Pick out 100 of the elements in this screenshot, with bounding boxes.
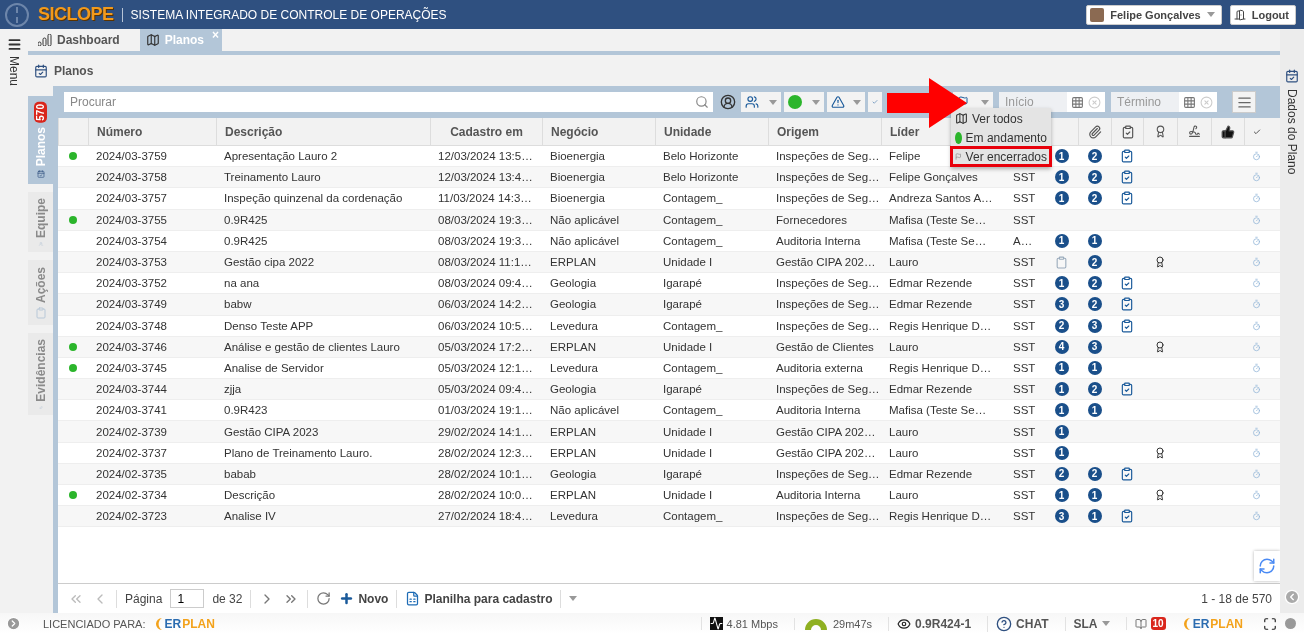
created-date: 01/03/2024 19:1… bbox=[438, 404, 533, 417]
area-cell: SST bbox=[1013, 340, 1036, 353]
table-row[interactable]: 2024/03-3755 0.9R425 08/03/2024 19:3… Não aplicável Contagem_ Fornecedores Mafisa (Teste Se… SST bbox=[58, 209, 1280, 231]
expand-icon[interactable] bbox=[6, 616, 21, 631]
table-row[interactable]: 2024/03-3746 Análise e gestão de clientes Lauro 05/03/2024 17:2… ERPLAN Unidade I Gestão de Clientes Lauro SST 4 3 bbox=[58, 336, 1280, 358]
area-cell: SST bbox=[1013, 425, 1036, 438]
count-badge: 2 bbox=[1087, 466, 1102, 481]
table-row[interactable]: 2024/03-3741 0.9R423 01/03/2024 19:1… Não aplicável Contagem_ Auditoria Interna Mafisa (Teste Se… SST 1 1 bbox=[58, 400, 1280, 422]
user-icon[interactable] bbox=[720, 94, 736, 110]
unit-cell: Belo Horizonte bbox=[663, 171, 739, 184]
details-panel-label[interactable]: Dados do Plano bbox=[1285, 89, 1299, 175]
table-row[interactable]: 2024/02-3734 Descrição 28/02/2024 10:0… ERPLAN Unidade I Auditoria Interna Lauro SST 1 1 bbox=[58, 485, 1280, 507]
fullscreen-icon[interactable] bbox=[1263, 616, 1277, 631]
plan-number: 2024/03-3744 bbox=[96, 383, 167, 396]
calendar-button[interactable] bbox=[1179, 92, 1217, 112]
business-cell: Levedura bbox=[550, 361, 598, 374]
unit-cell: Contagem_ bbox=[663, 192, 723, 205]
leader-cell: Mafisa (Teste Se… bbox=[889, 234, 987, 247]
end-date-field[interactable]: Término bbox=[1111, 92, 1179, 112]
origin-cell: Inspeções de Seg… bbox=[776, 277, 880, 290]
dropdown-item[interactable]: Ver todos bbox=[951, 109, 1051, 128]
team-filter-button[interactable] bbox=[741, 92, 781, 112]
session-time: 29m47s bbox=[832, 617, 873, 630]
column-header[interactable]: Líder bbox=[890, 124, 920, 139]
search-field[interactable]: Procurar bbox=[64, 92, 713, 112]
calendar-button[interactable] bbox=[1067, 92, 1105, 112]
check-filter-button[interactable] bbox=[868, 92, 882, 112]
plan-number: 2024/03-3748 bbox=[96, 319, 167, 332]
award-icon bbox=[1154, 125, 1167, 138]
table-row[interactable]: 2024/02-3739 Gestão CIPA 2023 29/02/2024 14:1… ERPLAN Unidade I Gestão CIPA 202… Lauro SST 1 bbox=[58, 421, 1280, 443]
area-cell: SST bbox=[1013, 361, 1036, 374]
calendar-grid-icon bbox=[1071, 95, 1084, 109]
clear-icon[interactable] bbox=[1200, 95, 1213, 109]
plan-number: 2024/03-3746 bbox=[96, 340, 167, 353]
plan-description: Plano de Treinamento Lauro. bbox=[224, 446, 373, 459]
clear-icon[interactable] bbox=[1088, 95, 1101, 109]
created-date: 06/03/2024 14:2… bbox=[438, 298, 533, 311]
business-cell: ERPLAN bbox=[550, 489, 597, 502]
plan-number: 2024/02-3735 bbox=[96, 467, 167, 480]
page-label: Página bbox=[125, 591, 163, 606]
column-header[interactable]: Cadastro em bbox=[450, 124, 523, 139]
leader-cell: Regis Henrique D… bbox=[889, 510, 992, 523]
status-filter-button[interactable] bbox=[784, 92, 824, 112]
new-button[interactable]: Novo bbox=[339, 591, 389, 606]
side-tab[interactable]: Planos 570 bbox=[28, 96, 53, 184]
plan-number: 2024/03-3758 bbox=[96, 171, 167, 184]
count-badge: 3 bbox=[1054, 297, 1069, 312]
clipboard-icon bbox=[34, 307, 47, 319]
dropdown-item[interactable]: Em andamento bbox=[951, 128, 1051, 147]
plan-description: babw bbox=[224, 298, 252, 311]
unit-cell: Igarapé bbox=[663, 298, 702, 311]
plan-description: 0.9R423 bbox=[224, 404, 268, 417]
flag-icon bbox=[955, 151, 962, 162]
chat-label[interactable]: CHAT bbox=[1016, 616, 1049, 631]
unit-cell: Igarapé bbox=[663, 277, 702, 290]
menu-label[interactable]: Menu bbox=[7, 56, 21, 87]
column-header[interactable]: Origem bbox=[777, 124, 819, 139]
search-icon[interactable] bbox=[695, 95, 709, 109]
user-menu-button[interactable]: Felipe Gonçalves bbox=[1086, 4, 1222, 25]
created-date: 05/03/2024 12:1… bbox=[438, 361, 533, 374]
page-field[interactable]: 1 bbox=[170, 589, 205, 608]
columns-menu-button[interactable] bbox=[1232, 91, 1256, 113]
alert-filter-button[interactable] bbox=[827, 92, 865, 112]
menu-icon[interactable] bbox=[6, 37, 22, 52]
collapse-icon[interactable] bbox=[1284, 589, 1300, 605]
column-header[interactable]: Unidade bbox=[664, 124, 712, 139]
origin-cell: Gestão de Clientes bbox=[776, 340, 874, 353]
table-row[interactable]: 2024/03-3757 Inspeção quinzenal da cordenação 11/03/2024 14:3… Bioenergia Contagem_ Inspeções de Seg… Andreza Santos A… SST 1 2 bbox=[58, 188, 1280, 210]
origin-cell: Inspeções de Seg… bbox=[776, 510, 880, 523]
book-icon[interactable] bbox=[1134, 617, 1147, 630]
help-icon bbox=[996, 615, 1013, 632]
count-badge: 1 bbox=[1054, 382, 1069, 397]
column-header[interactable]: Negócio bbox=[551, 124, 599, 139]
column-header[interactable]: Descrição bbox=[225, 124, 283, 139]
table-row[interactable]: 2024/03-3753 Gestão cipa 2022 08/03/2024 11:1… ERPLAN Unidade I Gestão CIPA 202… Lauro SST 2 bbox=[58, 251, 1280, 274]
table-row[interactable]: 2024/02-3723 Analise IV 27/02/2024 18:4… Levedura Contagem_ Inspeções de Seg… Regis Henrique D… SST 3 1 bbox=[58, 506, 1280, 528]
business-cell: Não aplicável bbox=[550, 404, 620, 417]
dropdown-item[interactable]: Ver encerrados bbox=[951, 147, 1051, 166]
plan-number: 2024/02-3739 bbox=[96, 425, 167, 438]
table-row[interactable]: 2024/03-3752 na ana 08/03/2024 09:4… Geologia Igarapé Inspeções de Seg… Edmar Rezende SST 1 2 bbox=[58, 273, 1280, 295]
count-badge: 1 bbox=[1054, 403, 1069, 418]
area-cell: SST bbox=[1013, 192, 1036, 205]
spreadsheet-button[interactable]: Planilha para cadastro bbox=[405, 591, 553, 606]
table-row[interactable]: 2024/03-3758 Treinamento Lauro 12/03/2024 13:4… Bioenergia Belo Horizonte Inspeções de Seg… Felipe Gonçalves SST 1 2 bbox=[58, 167, 1280, 189]
refresh-icon[interactable] bbox=[316, 591, 332, 606]
plan-number: 2024/02-3723 bbox=[96, 510, 167, 523]
table-row[interactable]: 2024/03-3744 zjja 05/03/2024 09:4… Geologia Igarapé Inspeções de Seg… Edmar Rezende SST 1 2 bbox=[58, 379, 1280, 401]
leader-cell: Mafisa (Teste Se… bbox=[889, 213, 987, 226]
app-logo: SICLOPE bbox=[38, 4, 114, 25]
notification-badge[interactable]: 10 bbox=[1150, 617, 1166, 630]
table-row[interactable]: 2024/03-3749 babw 06/03/2024 14:2… Geologia Igarapé Inspeções de Seg… Edmar Rezende SST 3 2 bbox=[58, 294, 1280, 316]
business-cell: Geologia bbox=[550, 277, 597, 290]
leader-cell: Andreza Santos A… bbox=[889, 192, 993, 205]
plan-number: 2024/03-3759 bbox=[96, 150, 167, 163]
plan-description: Analise de Servidor bbox=[224, 361, 324, 374]
table-row[interactable]: 2024/02-3735 babab 28/02/2024 10:1… Geologia Igarapé Inspeções de Seg… Edmar Rezende SST 2 2 bbox=[58, 463, 1280, 485]
logout-button[interactable]: Logout bbox=[1229, 4, 1296, 25]
column-header[interactable]: Número bbox=[97, 124, 143, 139]
sla-label[interactable]: SLA bbox=[1073, 616, 1098, 631]
area-cell: SST bbox=[1013, 213, 1036, 226]
